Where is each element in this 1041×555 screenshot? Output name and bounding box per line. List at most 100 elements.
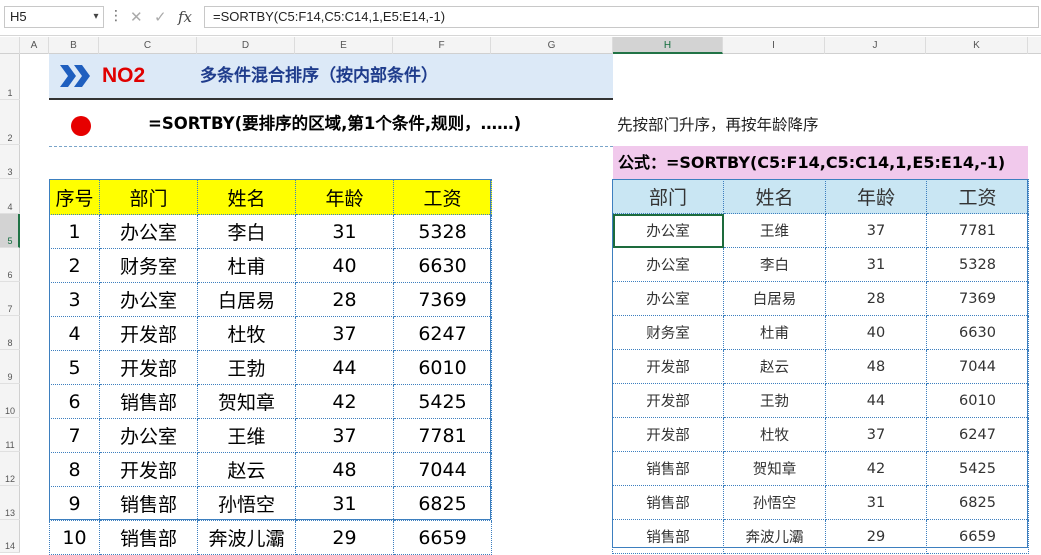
table-cell[interactable]: 开发部 <box>99 350 198 385</box>
row-header[interactable]: 11 <box>0 418 20 452</box>
table-cell[interactable]: 3 <box>49 282 100 317</box>
table-cell[interactable]: 孙悟空 <box>723 485 826 520</box>
table-cell[interactable]: 奔波儿灞 <box>723 519 826 554</box>
table-cell[interactable]: 销售部 <box>612 485 724 520</box>
table-cell[interactable]: 48 <box>295 452 394 487</box>
table-cell[interactable]: 7781 <box>393 418 492 453</box>
row-header[interactable]: 9 <box>0 350 20 384</box>
row-header[interactable]: 1 <box>0 54 20 100</box>
table-cell[interactable]: 5425 <box>926 451 1029 486</box>
column-header-selected[interactable]: H <box>613 37 723 54</box>
table-cell[interactable]: 42 <box>825 451 927 486</box>
header-cell[interactable]: 工资 <box>393 179 492 215</box>
header-cell[interactable]: 姓名 <box>197 179 296 215</box>
header-cell[interactable]: 年龄 <box>295 179 394 215</box>
table-cell[interactable]: 贺知章 <box>197 384 296 419</box>
table-cell[interactable]: 29 <box>295 520 394 555</box>
table-cell[interactable]: 10 <box>49 520 100 555</box>
table-cell[interactable]: 31 <box>295 214 394 249</box>
table-cell[interactable]: 5328 <box>926 247 1029 282</box>
table-cell[interactable]: 40 <box>825 315 927 350</box>
table-cell[interactable]: 4 <box>49 316 100 351</box>
table-cell[interactable]: 28 <box>825 281 927 316</box>
row-header[interactable]: 10 <box>0 384 20 418</box>
table-cell[interactable]: 6247 <box>393 316 492 351</box>
table-cell[interactable]: 李白 <box>723 247 826 282</box>
row-header[interactable]: 7 <box>0 282 20 316</box>
table-cell[interactable]: 销售部 <box>99 384 198 419</box>
cancel-icon[interactable]: ✕ <box>130 6 143 28</box>
table-cell[interactable]: 开发部 <box>99 316 198 351</box>
table-cell[interactable]: 6825 <box>926 485 1029 520</box>
table-cell[interactable]: 杜甫 <box>197 248 296 283</box>
column-header[interactable]: I <box>723 37 825 54</box>
column-header[interactable]: D <box>197 37 295 54</box>
table-cell[interactable]: 7044 <box>393 452 492 487</box>
table-cell[interactable]: 5328 <box>393 214 492 249</box>
table-cell[interactable]: 销售部 <box>99 486 198 521</box>
column-header[interactable]: J <box>825 37 926 54</box>
table-cell[interactable]: 2 <box>49 248 100 283</box>
table-cell[interactable]: 李白 <box>197 214 296 249</box>
row-header[interactable]: 3 <box>0 145 20 179</box>
table-cell[interactable]: 王维 <box>197 418 296 453</box>
row-header[interactable]: 12 <box>0 452 20 486</box>
chevron-down-icon[interactable]: ▾ <box>88 6 104 28</box>
table-cell[interactable]: 1 <box>49 214 100 249</box>
enter-icon[interactable]: ✓ <box>154 6 167 28</box>
table-cell[interactable]: 6010 <box>393 350 492 385</box>
table-cell[interactable]: 6010 <box>926 383 1029 418</box>
table-cell[interactable]: 开发部 <box>612 349 724 384</box>
table-cell[interactable]: 6247 <box>926 417 1029 452</box>
table-cell[interactable]: 办公室 <box>612 247 724 282</box>
table-cell[interactable]: 销售部 <box>612 519 724 554</box>
table-cell[interactable]: 杜牧 <box>197 316 296 351</box>
insert-function-icon[interactable]: fx <box>178 6 192 28</box>
table-cell[interactable]: 29 <box>825 519 927 554</box>
table-cell[interactable]: 48 <box>825 349 927 384</box>
table-cell[interactable]: 王勃 <box>723 383 826 418</box>
table-cell[interactable]: 37 <box>295 316 394 351</box>
column-header[interactable]: C <box>99 37 197 54</box>
table-cell[interactable]: 开发部 <box>612 417 724 452</box>
table-cell[interactable]: 37 <box>295 418 394 453</box>
table-cell[interactable]: 42 <box>295 384 394 419</box>
table-cell[interactable]: 6825 <box>393 486 492 521</box>
table-cell[interactable]: 6659 <box>393 520 492 555</box>
table-cell[interactable]: 31 <box>825 485 927 520</box>
column-header[interactable]: B <box>49 37 99 54</box>
header-cell[interactable]: 部门 <box>99 179 198 215</box>
table-cell[interactable]: 办公室 <box>99 418 198 453</box>
table-cell[interactable]: 31 <box>295 486 394 521</box>
column-header[interactable]: K <box>926 37 1028 54</box>
table-cell[interactable]: 6 <box>49 384 100 419</box>
table-cell[interactable]: 44 <box>825 383 927 418</box>
row-header-selected[interactable]: 5 <box>0 214 20 248</box>
table-cell[interactable]: 28 <box>295 282 394 317</box>
table-cell[interactable]: 白居易 <box>197 282 296 317</box>
column-header[interactable]: F <box>393 37 491 54</box>
table-cell[interactable]: 7044 <box>926 349 1029 384</box>
row-header[interactable]: 8 <box>0 316 20 350</box>
table-cell[interactable]: 赵云 <box>723 349 826 384</box>
table-cell[interactable]: 6630 <box>926 315 1029 350</box>
table-cell[interactable]: 王维 <box>723 213 826 248</box>
more-options-icon[interactable]: ⋮ <box>109 6 123 28</box>
table-cell[interactable]: 7781 <box>926 213 1029 248</box>
table-cell[interactable]: 5 <box>49 350 100 385</box>
table-cell[interactable]: 白居易 <box>723 281 826 316</box>
table-cell[interactable]: 44 <box>295 350 394 385</box>
table-cell[interactable]: 奔波儿灞 <box>197 520 296 555</box>
header-cell[interactable]: 年龄 <box>825 179 927 214</box>
header-cell[interactable]: 序号 <box>49 179 100 215</box>
table-cell[interactable]: 财务室 <box>612 315 724 350</box>
table-cell[interactable]: 5425 <box>393 384 492 419</box>
table-cell[interactable]: 7369 <box>393 282 492 317</box>
column-header[interactable]: E <box>295 37 393 54</box>
table-cell[interactable]: 王勃 <box>197 350 296 385</box>
table-cell[interactable]: 杜甫 <box>723 315 826 350</box>
table-cell[interactable]: 31 <box>825 247 927 282</box>
row-header[interactable]: 4 <box>0 179 20 214</box>
table-cell[interactable]: 9 <box>49 486 100 521</box>
table-cell[interactable]: 销售部 <box>99 520 198 555</box>
